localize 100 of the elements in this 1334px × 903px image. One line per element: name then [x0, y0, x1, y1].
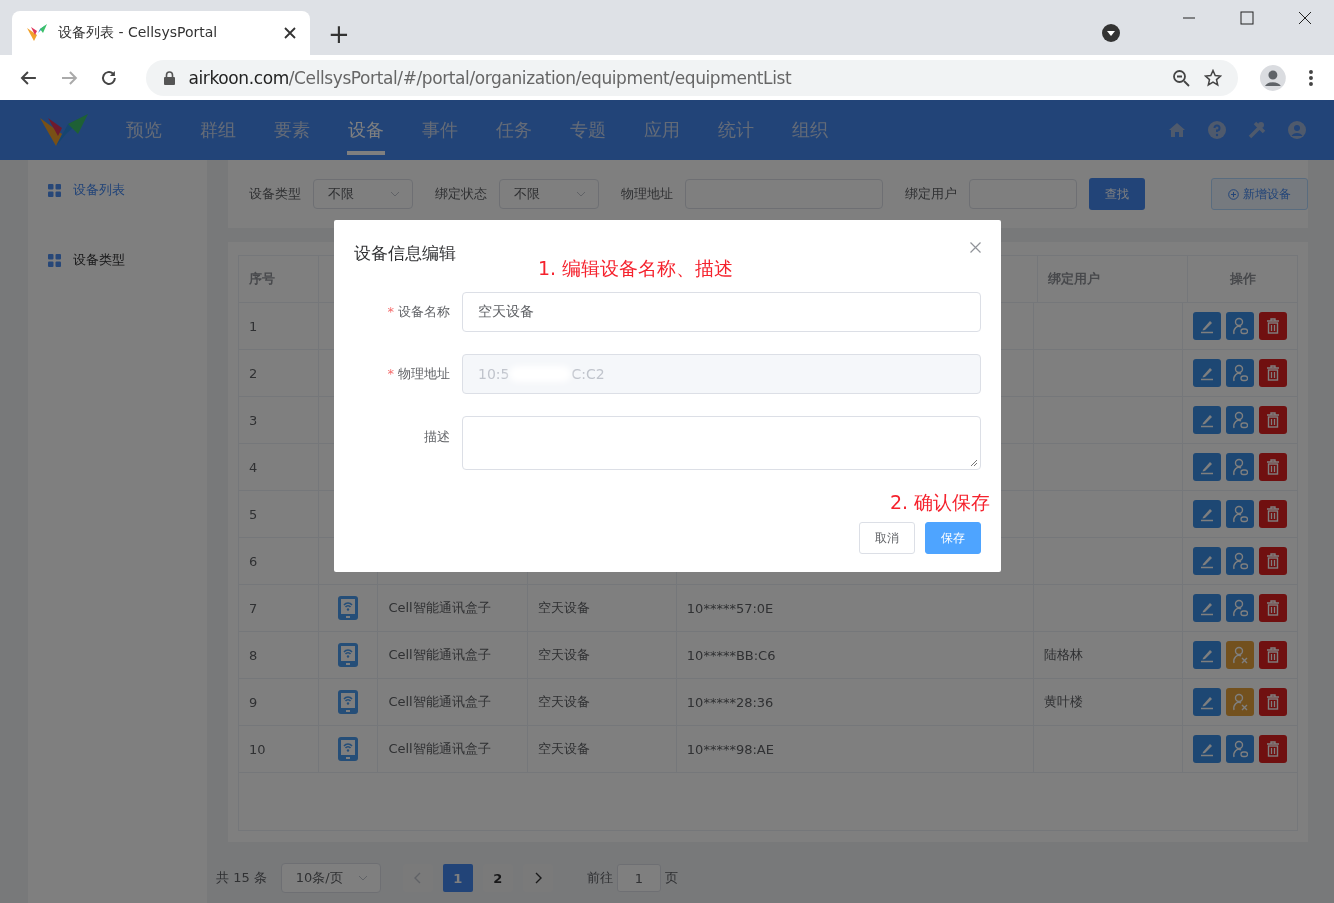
table-cell: Cell智能通讯盒子	[388, 646, 491, 664]
edit-button[interactable]	[1193, 735, 1221, 763]
edit-button[interactable]	[1193, 594, 1221, 622]
tools-icon[interactable]	[1248, 121, 1266, 139]
nav-tab[interactable]: 要素	[266, 100, 318, 160]
nav-tab[interactable]: 统计	[710, 100, 762, 160]
home-icon[interactable]	[1168, 121, 1186, 139]
cancel-button[interactable]: 取消	[859, 522, 915, 554]
dropdown-icon[interactable]	[1102, 24, 1120, 42]
bind-user-button[interactable]	[1226, 735, 1254, 763]
user-icon[interactable]	[1288, 121, 1306, 139]
bind-user-button[interactable]	[1226, 406, 1254, 434]
table-cell: Cell智能通讯盒子	[388, 740, 491, 758]
edit-button[interactable]	[1193, 312, 1221, 340]
unbind-user-button[interactable]	[1226, 688, 1254, 716]
search-button[interactable]: 查找	[1089, 178, 1145, 210]
user-link-icon	[1232, 317, 1248, 335]
nav-tab[interactable]: 组织	[784, 100, 836, 160]
sidebar-item[interactable]: 设备类型	[28, 232, 207, 288]
pencil-icon	[1199, 506, 1215, 522]
close-icon[interactable]	[284, 27, 296, 39]
edit-button[interactable]	[1193, 359, 1221, 387]
delete-button[interactable]	[1259, 312, 1287, 340]
star-icon[interactable]	[1204, 68, 1223, 87]
nav-tab[interactable]: 预览	[118, 100, 170, 160]
maximize-icon[interactable]	[1240, 11, 1254, 25]
user-link-icon	[1232, 599, 1248, 617]
bind-user-button[interactable]	[1226, 547, 1254, 575]
delete-button[interactable]	[1259, 594, 1287, 622]
trash-icon	[1266, 318, 1280, 334]
nav-tab[interactable]: 群组	[192, 100, 244, 160]
pencil-icon	[1199, 741, 1215, 757]
nav-tab[interactable]: 专题	[562, 100, 614, 160]
row-number: 8	[249, 647, 258, 663]
page-button[interactable]: 1	[442, 864, 473, 892]
nav-tab[interactable]: 任务	[488, 100, 540, 160]
bind-user-button[interactable]	[1226, 359, 1254, 387]
nav-tab[interactable]: 应用	[636, 100, 688, 160]
table-cell: 10*****57:0E	[686, 600, 774, 616]
table-cell: Cell智能通讯盒子	[388, 599, 491, 617]
bind-user-button[interactable]	[1226, 500, 1254, 528]
address-bar[interactable]: airkoon.com/CellsysPortal/#/portal/organization/equipment/equipmentList	[145, 59, 1239, 96]
select-field[interactable]: 不限	[313, 179, 413, 209]
edit-button[interactable]	[1193, 547, 1221, 575]
edit-button[interactable]	[1193, 453, 1221, 481]
nav-tab[interactable]: 事件	[414, 100, 466, 160]
bind-user-button[interactable]	[1226, 312, 1254, 340]
page-input[interactable]: 1	[616, 864, 661, 892]
menu-icon[interactable]	[1308, 68, 1314, 87]
edit-button[interactable]	[1193, 406, 1221, 434]
delete-button[interactable]	[1259, 406, 1287, 434]
trash-icon	[1266, 647, 1280, 663]
delete-button[interactable]	[1259, 547, 1287, 575]
delete-button[interactable]	[1259, 359, 1287, 387]
textarea-field[interactable]	[462, 416, 981, 470]
edit-button[interactable]	[1193, 641, 1221, 669]
annotation-text: 1. 编辑设备名称、描述	[538, 256, 734, 281]
chevron-right-icon	[533, 872, 542, 884]
bind-user-button[interactable]	[1226, 453, 1254, 481]
row-number: 3	[249, 412, 258, 428]
trash-icon	[1266, 600, 1280, 616]
pencil-icon	[1199, 694, 1215, 710]
trash-icon	[1266, 412, 1280, 428]
field-label: 描述	[423, 428, 450, 446]
profile-icon[interactable]	[1260, 64, 1287, 91]
device-icon	[338, 596, 358, 620]
reload-icon[interactable]	[99, 68, 118, 87]
filter-label: 设备类型	[249, 185, 301, 203]
table-cell: 空天设备	[537, 693, 590, 711]
delete-button[interactable]	[1259, 688, 1287, 716]
edit-button[interactable]	[1193, 688, 1221, 716]
delete-button[interactable]	[1259, 641, 1287, 669]
save-button[interactable]: 保存	[925, 522, 981, 554]
delete-button[interactable]	[1259, 735, 1287, 763]
forward-icon[interactable]	[59, 68, 78, 87]
zoom-icon[interactable]	[1172, 68, 1191, 87]
new-tab-button[interactable]: +	[328, 19, 350, 49]
user-link-icon	[1232, 411, 1248, 429]
resize-handle-icon[interactable]	[970, 459, 978, 467]
unbind-user-button[interactable]	[1226, 641, 1254, 669]
bind-user-button[interactable]	[1226, 594, 1254, 622]
field-label: * 设备名称	[386, 303, 450, 321]
filter-label: 绑定状态	[435, 185, 487, 203]
add-device-button[interactable]: 新增设备	[1211, 178, 1308, 210]
page-size-select[interactable]: 10条/页	[280, 863, 381, 893]
browser-tab[interactable]: 设备列表 - CellsysPortal	[12, 11, 310, 55]
row-number: 2	[249, 365, 258, 381]
close-icon[interactable]	[1298, 11, 1312, 25]
device-icon	[338, 690, 358, 714]
sidebar-item[interactable]: 设备列表	[28, 176, 207, 204]
delete-button[interactable]	[1259, 500, 1287, 528]
edit-button[interactable]	[1193, 500, 1221, 528]
select-field[interactable]: 不限	[499, 179, 599, 209]
goto-unit: 页	[664, 869, 678, 887]
logo-icon	[26, 23, 48, 43]
input-field[interactable]: 空天设备	[462, 292, 981, 332]
row-number: 6	[249, 553, 258, 569]
help-icon[interactable]	[1208, 121, 1226, 139]
delete-button[interactable]	[1259, 453, 1287, 481]
user-link-icon	[1232, 740, 1248, 758]
